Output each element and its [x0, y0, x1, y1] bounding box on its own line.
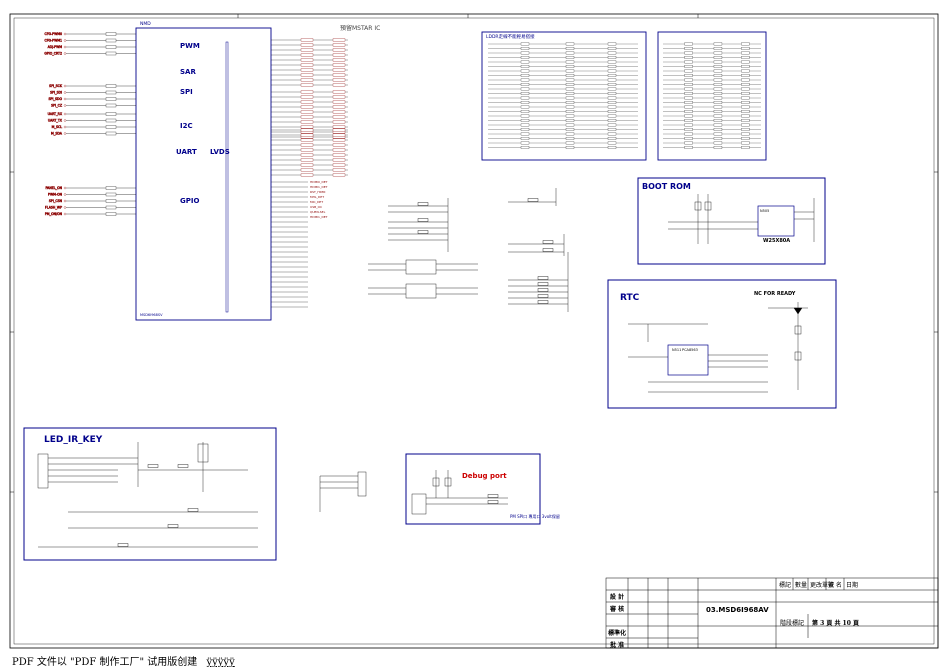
net-label: FLASH_WP [45, 206, 62, 210]
net-label: PANEL_ON [45, 186, 62, 190]
stage-label: 階段標記 [780, 620, 805, 627]
svg-text:N505: N505 [760, 209, 769, 213]
net-label: HDMI1_DET [310, 185, 328, 189]
section-pwm: PWM [180, 42, 200, 50]
debug-port-title: Debug port [462, 472, 507, 480]
net-label: M_SDA [51, 132, 63, 136]
sheet-info: 第 3 頁 共 10 頁 [812, 620, 859, 627]
tb-col-label-0: 標記 [779, 582, 792, 589]
tb-row-standard: 標準化 [608, 630, 627, 637]
flash-part: W25X80A [763, 238, 790, 244]
tb-row-design: 設 計 [610, 594, 625, 601]
section-spi: SPI [180, 88, 193, 96]
schematic-sheet: NMD MSD6I968SV PWM SAR SPI I2C UART LVDS… [8, 12, 943, 652]
svg-text:PM SPI口 專用口 3volt保留: PM SPI口 專用口 3volt保留 [510, 513, 560, 519]
nc-ready: NC FOR READY [754, 291, 796, 297]
net-label: CFG-PWM0 [44, 32, 62, 36]
boot-rom-title: BOOT ROM [642, 182, 691, 191]
net-label: M_SCL [52, 125, 63, 129]
rtc-title: RTC [620, 293, 640, 303]
section-gpio: GPIO [180, 197, 199, 205]
top-note: 預留MSTAR IC [340, 24, 380, 32]
section-lvds: LVDS [210, 148, 230, 156]
chip-part: MSD6I968SV [140, 313, 163, 317]
doc-name: 03.MSD6I968AV [706, 606, 769, 614]
tb-row-approve: 批 准 [610, 642, 625, 649]
net-label: UART_RX [48, 112, 63, 116]
net-label: USB_OC [310, 205, 322, 209]
net-label: SPI_CZ [51, 104, 63, 108]
net-label: MIC_DET [310, 200, 323, 204]
led-ir-key-title: LED_IR_KEY [44, 435, 103, 445]
net-label: PWM-ON [48, 193, 63, 197]
svg-text:PCA8563: PCA8563 [682, 348, 698, 352]
net-label: CFG-PWM1 [44, 39, 62, 43]
net-label: QUEN-SEL [310, 210, 326, 214]
schematic-canvas: NMD MSD6I968SV PWM SAR SPI I2C UART LVDS… [9, 13, 939, 649]
net-label: HDMI1_DET [310, 215, 328, 219]
net-label: HDMI0_DET [310, 180, 328, 184]
net-label: SPI_SDI [50, 91, 62, 95]
chip-ref: NMD [140, 21, 151, 27]
net-label: MHL_DET [310, 195, 324, 199]
net-label: ADJ-PWM [48, 45, 63, 49]
net-label: SPI_SCK [49, 84, 63, 88]
net-label: GPIO_CRT2 [44, 52, 62, 56]
section-sar: SAR [180, 68, 196, 76]
pdf-footer: PDF 文件以 "PDF 制作工厂" 试用版创建 ÿÿÿÿÿ [12, 653, 235, 668]
svg-text:N511: N511 [672, 348, 681, 352]
footer-text: PDF 文件以 "PDF 制作工厂" 试用版创建 [12, 657, 198, 668]
lvds-title: LDDR走線不能輕易搭接 [486, 33, 535, 40]
net-label: PM_ON/ON [45, 212, 63, 216]
tb-row-review: 審 核 [610, 606, 625, 613]
section-i2c: I2C [180, 122, 193, 130]
net-label: UART_TX [48, 119, 63, 123]
tb-col-label-3: 簽 名 [828, 582, 842, 589]
net-label: SPI_SDO [49, 97, 63, 101]
tb-col-label-4: 日期 [846, 582, 859, 589]
tb-col-label-1: 數量 [795, 582, 808, 589]
net-label: SPI_CSN [49, 199, 63, 203]
net-label: RST_HDMI [310, 190, 325, 194]
section-uart: UART [176, 148, 197, 156]
footer-link[interactable]: ÿÿÿÿÿ [206, 657, 234, 668]
